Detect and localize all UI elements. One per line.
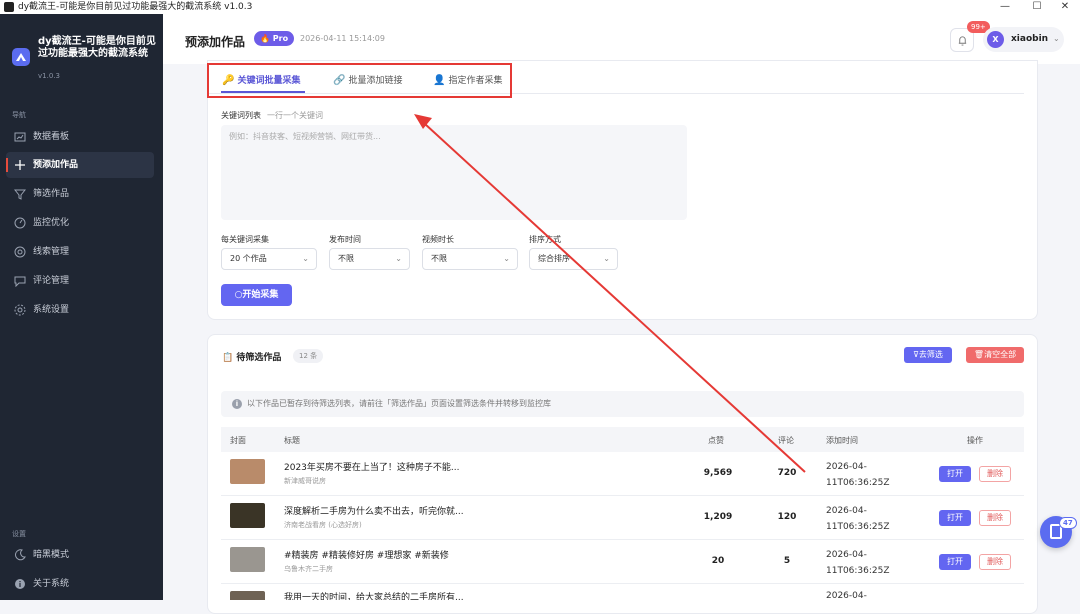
annotation-arrow — [414, 114, 806, 473]
floating-count-badge: 47 — [1059, 517, 1077, 529]
